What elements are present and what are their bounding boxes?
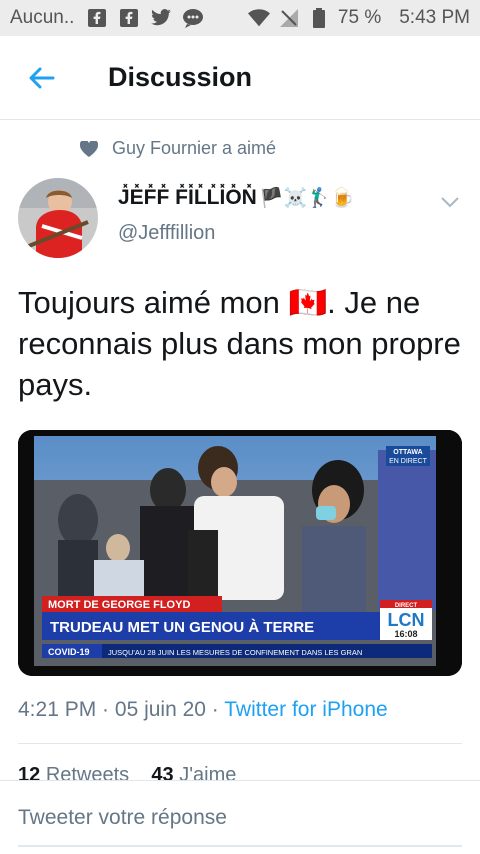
clock: 5:43 PM: [399, 7, 470, 28]
facebook-icon: [118, 7, 140, 29]
facebook-icon: [86, 7, 108, 29]
tv-news-photo: OTTAWA EN DIRECT MORT DE GEORGE FLOYD TR…: [18, 430, 462, 676]
social-context[interactable]: Guy Fournier a aimé: [80, 138, 276, 159]
notification-icons: [86, 7, 204, 29]
tweet-text: Toujours aimé mon 🇨🇦. Je ne reconnais pl…: [18, 282, 462, 405]
reply-underline: [18, 845, 462, 847]
carrier-label: Aucun..: [10, 7, 75, 28]
reply-bar: Tweeter votre réponse: [0, 780, 480, 854]
canada-flag-emoji: 🇨🇦: [288, 285, 328, 320]
channel-clock: 16:08: [394, 629, 417, 639]
ticker-tag: COVID-19: [48, 647, 90, 657]
heart-icon: [80, 140, 98, 157]
headline-main: TRUDEAU MET UN GENOU À TERRE: [50, 619, 314, 636]
divider: [18, 743, 462, 744]
author-handle[interactable]: @Jefffillion: [118, 222, 354, 245]
badge-city: OTTAWA: [393, 449, 422, 456]
twitter-icon: [150, 7, 172, 29]
badge-live: EN DIRECT: [389, 458, 427, 465]
author-display-name: J̽E̽F̽F̽ F̽I̽L̽L̽I̽O̽N̽: [118, 186, 257, 209]
reply-input[interactable]: Tweeter votre réponse: [18, 781, 462, 854]
messenger-icon: [182, 7, 204, 29]
channel-name: LCN: [388, 610, 425, 630]
ticker-text: JUSQU'AU 28 JUIN LES MESURES DE CONFINEM…: [108, 648, 362, 657]
app-header: Discussion: [0, 36, 480, 120]
tweet-date: 05 juin 20: [114, 698, 206, 721]
page-title: Discussion: [108, 62, 253, 92]
channel-direct: DIRECT: [395, 603, 418, 609]
chevron-down-icon: [441, 197, 459, 208]
meta-separator: ·: [205, 698, 225, 721]
author-name[interactable]: J̽E̽F̽F̽ F̽I̽L̽L̽I̽O̽N̽ 🏴☠️🏌🏼‍♂️🍺: [118, 186, 354, 210]
battery-percent: 75 %: [337, 7, 382, 28]
avatar[interactable]: [18, 178, 98, 258]
author-block[interactable]: J̽E̽F̽F̽ F̽I̽L̽L̽I̽O̽N̽ 🏴☠️🏌🏼‍♂️🍺 @Jefff…: [118, 186, 354, 245]
tweet-text-part: Toujours aimé mon: [18, 285, 289, 320]
tweet-menu-button[interactable]: [438, 192, 462, 212]
author-name-emoji: 🏴☠️🏌🏼‍♂️🍺: [259, 188, 355, 209]
headline-top: MORT DE GEORGE FLOYD: [48, 599, 190, 611]
back-arrow-icon: [29, 67, 55, 88]
no-signal-icon: [278, 7, 300, 29]
tweet-media[interactable]: OTTAWA EN DIRECT MORT DE GEORGE FLOYD TR…: [18, 430, 462, 676]
meta-separator: ·: [96, 698, 115, 721]
wifi-icon: [247, 7, 270, 29]
status-bar: Aucun.. 75 % 5:43 PM: [0, 0, 480, 36]
back-button[interactable]: [0, 36, 84, 120]
battery-icon: [308, 7, 330, 29]
liked-by-text: Guy Fournier a aimé: [112, 138, 277, 158]
tweet-time: 4:21 PM: [18, 698, 97, 721]
tweet-source-link[interactable]: Twitter for iPhone: [224, 698, 387, 721]
tweet-meta: 4:21 PM · 05 juin 20 · Twitter for iPhon…: [18, 698, 388, 722]
